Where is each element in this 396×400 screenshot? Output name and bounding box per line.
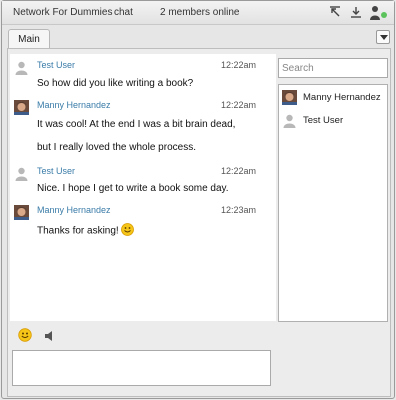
message-compose-input[interactable] — [12, 350, 271, 386]
tab-bar: Main — [2, 26, 394, 49]
tab-main[interactable]: Main — [8, 29, 50, 49]
message-time: 12:23am — [220, 205, 256, 215]
message-text: So how did you like writing a book? — [37, 78, 194, 89]
message-text-wrapper: Thanks for asking! — [37, 223, 134, 239]
message-sender: Manny Hernandez — [37, 100, 111, 110]
photo-avatar — [282, 90, 297, 105]
download-icon[interactable] — [349, 5, 363, 19]
smiley-icon — [120, 223, 134, 239]
default-user-avatar — [14, 60, 29, 75]
smiley-icon — [18, 328, 32, 342]
message-time: 12:22am — [220, 60, 256, 70]
member-list-item[interactable]: Manny Hernandez — [279, 88, 387, 108]
message-text: Thanks for asking! — [37, 225, 119, 237]
message-time: 12:22am — [220, 100, 256, 110]
default-user-avatar — [282, 113, 297, 128]
message-text: Nice. I hope I get to write a book some … — [37, 183, 229, 194]
message-time: 12:22am — [220, 166, 256, 176]
search-input[interactable] — [278, 58, 388, 78]
chat-label: chat — [114, 7, 133, 18]
message-sender: Test User — [37, 166, 76, 176]
title-bar: Network For Dummies chat 2 members onlin… — [2, 1, 394, 25]
message-text: but I really loved the whole process. — [37, 142, 196, 153]
user-presence-icon[interactable] — [369, 5, 389, 20]
default-user-avatar — [14, 166, 29, 181]
tab-menu-dropdown[interactable] — [376, 30, 390, 44]
member-list-item[interactable]: Test User — [279, 111, 387, 131]
chat-window: Network For Dummies chat 2 members onlin… — [1, 0, 395, 399]
member-name: Manny Hernandez — [303, 92, 381, 103]
photo-avatar — [14, 100, 29, 115]
minimize-to-top-icon[interactable] — [328, 5, 342, 19]
message-list[interactable]: Test User 12:22am So how did you like wr… — [10, 54, 276, 321]
chevron-down-icon — [380, 35, 388, 40]
members-online-status: 2 members online — [160, 7, 240, 18]
photo-avatar — [14, 205, 29, 220]
member-name: Test User — [303, 115, 344, 126]
network-title: Network For Dummies — [13, 7, 113, 18]
emoticon-button[interactable] — [18, 328, 32, 342]
member-list: Manny Hernandez Test User — [278, 84, 388, 322]
sound-toggle-button[interactable] — [44, 329, 56, 341]
message-sender: Test User — [37, 60, 76, 70]
message-sender: Manny Hernandez — [37, 205, 111, 215]
chat-content-area: Test User 12:22am So how did you like wr… — [7, 48, 391, 397]
speaker-icon — [45, 331, 52, 341]
message-text: It was cool! At the end I was a bit brai… — [37, 119, 236, 130]
